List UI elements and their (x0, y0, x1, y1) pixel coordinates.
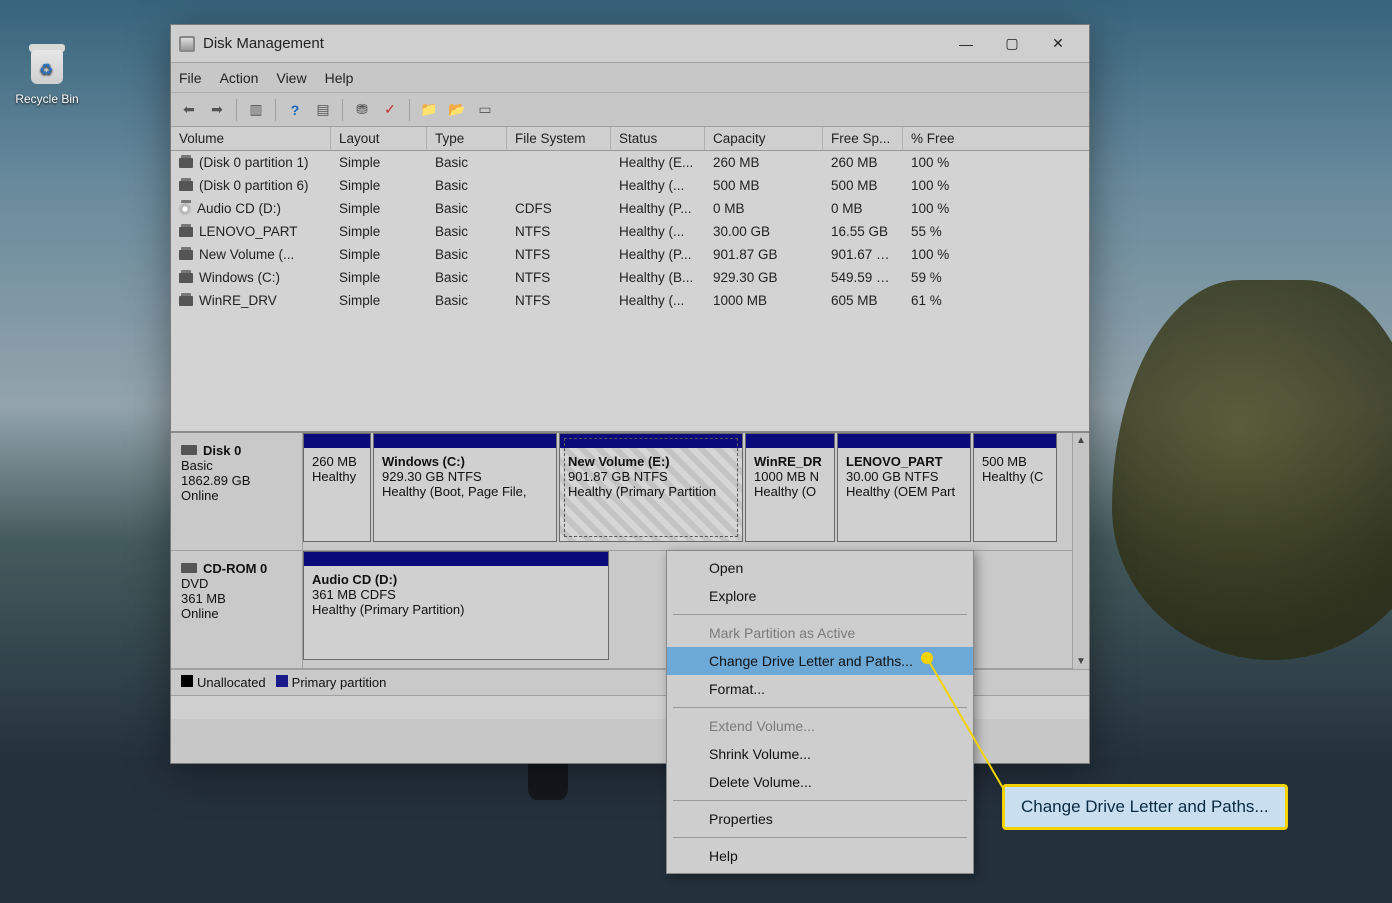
context-menu-item[interactable]: Shrink Volume... (667, 740, 973, 768)
partition-block[interactable]: Windows (C:)929.30 GB NTFSHealthy (Boot,… (373, 433, 557, 542)
volume-row[interactable]: Audio CD (D:)SimpleBasicCDFSHealthy (P..… (171, 197, 1089, 220)
partition-block[interactable]: New Volume (E:)901.87 GB NTFSHealthy (Pr… (559, 433, 743, 542)
context-menu-separator (673, 837, 967, 838)
disk-icon (181, 563, 197, 573)
partition-bar (304, 434, 370, 448)
disk-partitions: 260 MBHealthyWindows (C:)929.30 GB NTFSH… (303, 433, 1089, 550)
close-button[interactable]: ✕ (1035, 29, 1081, 59)
toolbar-sep (409, 99, 410, 121)
check-icon[interactable]: ✓ (378, 98, 402, 122)
callout-text: Change Drive Letter and Paths... (1021, 797, 1269, 816)
toolbar: ⬅ ➡ ▥ ? ▤ ⛃ ✓ 📁 📂 ▭ (171, 93, 1089, 127)
col-capacity[interactable]: Capacity (705, 127, 823, 150)
volume-row[interactable]: New Volume (...SimpleBasicNTFSHealthy (P… (171, 243, 1089, 266)
partition-block[interactable]: LENOVO_PART30.00 GB NTFSHealthy (OEM Par… (837, 433, 971, 542)
col-filesystem[interactable]: File System (507, 127, 611, 150)
disk-icon (181, 445, 197, 455)
disk-label[interactable]: CD-ROM 0DVD361 MBOnline (171, 551, 303, 668)
disk-icon[interactable]: ⛃ (350, 98, 374, 122)
show-hide-tree-icon[interactable]: ▥ (244, 98, 268, 122)
col-volume[interactable]: Volume (171, 127, 331, 150)
context-menu-separator (673, 707, 967, 708)
menu-view[interactable]: View (276, 70, 306, 86)
drive-icon (179, 181, 193, 191)
forward-icon[interactable]: ➡ (205, 98, 229, 122)
callout-dot (921, 652, 933, 664)
legend-primary-label: Primary partition (292, 675, 387, 690)
drive-icon (179, 158, 193, 168)
col-layout[interactable]: Layout (331, 127, 427, 150)
col-type[interactable]: Type (427, 127, 507, 150)
properties-icon[interactable]: ▤ (311, 98, 335, 122)
drive-icon (179, 273, 193, 283)
col-pctfree[interactable]: % Free (903, 127, 1011, 150)
legend-primary-swatch (276, 675, 288, 687)
toolbar-sep (342, 99, 343, 121)
partition-bar (304, 552, 608, 566)
menu-file[interactable]: File (179, 70, 202, 86)
scroll-up-icon[interactable]: ▲ (1074, 433, 1088, 448)
disk-row: Disk 0Basic1862.89 GBOnline260 MBHealthy… (171, 433, 1089, 551)
context-menu-item[interactable]: Help (667, 842, 973, 870)
volume-row[interactable]: (Disk 0 partition 1)SimpleBasicHealthy (… (171, 151, 1089, 174)
disk-view-scrollbar[interactable]: ▲ ▼ (1072, 433, 1089, 669)
partition-bar (374, 434, 556, 448)
callout-box: Change Drive Letter and Paths... (1002, 784, 1288, 830)
partition-block[interactable]: 500 MBHealthy (C (973, 433, 1057, 542)
context-menu-item: Mark Partition as Active (667, 619, 973, 647)
volume-list: Volume Layout Type File System Status Ca… (171, 127, 1089, 431)
recycle-bin-icon: ♻ (23, 40, 71, 88)
recycle-bin[interactable]: ♻ Recycle Bin (12, 40, 82, 106)
context-menu-separator (673, 614, 967, 615)
folder-icon[interactable]: 📂 (445, 98, 469, 122)
titlebar[interactable]: Disk Management — ▢ ✕ (171, 25, 1089, 63)
context-menu-item[interactable]: Explore (667, 582, 973, 610)
volume-row[interactable]: Windows (C:)SimpleBasicNTFSHealthy (B...… (171, 266, 1089, 289)
context-menu-item: Extend Volume... (667, 712, 973, 740)
drive-icon (179, 227, 193, 237)
toolbar-sep (236, 99, 237, 121)
menu-help[interactable]: Help (325, 70, 354, 86)
drive-icon (179, 296, 193, 306)
disk-label[interactable]: Disk 0Basic1862.89 GBOnline (171, 433, 303, 550)
volume-row[interactable]: LENOVO_PARTSimpleBasicNTFSHealthy (...30… (171, 220, 1089, 243)
maximize-button[interactable]: ▢ (989, 29, 1035, 59)
help-icon[interactable]: ? (283, 98, 307, 122)
drive-icon (179, 250, 193, 260)
partition-block[interactable]: WinRE_DR1000 MB NHealthy (O (745, 433, 835, 542)
partition-bar (560, 434, 742, 448)
scroll-down-icon[interactable]: ▼ (1074, 654, 1088, 669)
partition-bar (838, 434, 970, 448)
back-icon[interactable]: ⬅ (177, 98, 201, 122)
context-menu-item[interactable]: Properties (667, 805, 973, 833)
menu-action[interactable]: Action (220, 70, 259, 86)
recycle-bin-label: Recycle Bin (12, 92, 82, 106)
menubar: File Action View Help (171, 63, 1089, 93)
legend-unallocated-swatch (181, 675, 193, 687)
volume-row[interactable]: (Disk 0 partition 6)SimpleBasicHealthy (… (171, 174, 1089, 197)
volume-list-header[interactable]: Volume Layout Type File System Status Ca… (171, 127, 1089, 151)
context-menu: OpenExploreMark Partition as ActiveChang… (666, 550, 974, 874)
partition-bar (974, 434, 1056, 448)
col-free[interactable]: Free Sp... (823, 127, 903, 150)
app-icon (179, 36, 195, 52)
window-icon[interactable]: ▭ (473, 98, 497, 122)
partition-block[interactable]: Audio CD (D:)361 MB CDFSHealthy (Primary… (303, 551, 609, 660)
minimize-button[interactable]: — (943, 29, 989, 59)
context-menu-separator (673, 800, 967, 801)
volume-row[interactable]: WinRE_DRVSimpleBasicNTFSHealthy (...1000… (171, 289, 1089, 312)
context-menu-item[interactable]: Open (667, 554, 973, 582)
col-status[interactable]: Status (611, 127, 705, 150)
window-title: Disk Management (203, 35, 943, 52)
partition-block[interactable]: 260 MBHealthy (303, 433, 371, 542)
context-menu-item[interactable]: Delete Volume... (667, 768, 973, 796)
folder-up-icon[interactable]: 📁 (417, 98, 441, 122)
partition-bar (746, 434, 834, 448)
context-menu-item[interactable]: Format... (667, 675, 973, 703)
toolbar-sep (275, 99, 276, 121)
cd-icon (179, 203, 191, 215)
legend-unallocated-label: Unallocated (197, 675, 266, 690)
